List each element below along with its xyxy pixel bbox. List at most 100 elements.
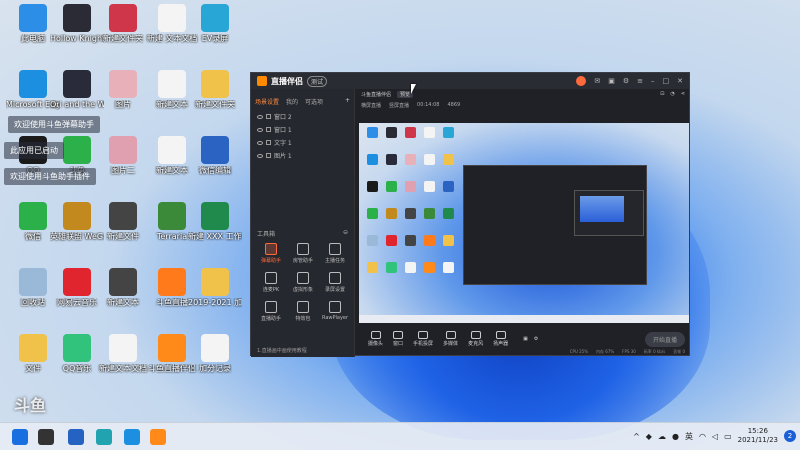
scene-item[interactable]: 图片 1 bbox=[251, 149, 354, 162]
game-icon bbox=[158, 202, 186, 230]
landscape-mode[interactable]: 横屏直播 bbox=[361, 102, 381, 109]
scene-item[interactable]: 窗口 2 bbox=[251, 110, 354, 123]
eye-icon[interactable] bbox=[257, 140, 263, 145]
taskbar-search-icon[interactable] bbox=[38, 429, 54, 445]
media-button[interactable]: 多媒体 bbox=[443, 331, 458, 347]
recycle-bin-icon bbox=[19, 268, 47, 296]
add-scene-button[interactable]: + bbox=[345, 97, 350, 106]
title-bar[interactable]: 直播伴侣 测试 ✉ ▣ ⚙ ≡ – □ ✕ bbox=[251, 73, 689, 89]
desktop-icon[interactable]: 微信编辑 bbox=[188, 136, 242, 176]
lock-icon[interactable] bbox=[266, 127, 271, 132]
tool-button[interactable]: 虚拟形象 bbox=[287, 272, 319, 293]
preview-app-icon bbox=[443, 127, 454, 138]
shirt-icon[interactable]: ▣ bbox=[608, 77, 615, 85]
document-icon bbox=[158, 4, 186, 32]
game-icon bbox=[63, 202, 91, 230]
portrait-mode[interactable]: 竖屏直播 bbox=[389, 102, 409, 109]
tab-mine[interactable]: 我的 bbox=[286, 97, 298, 106]
window-capture-button[interactable]: 窗口 bbox=[393, 331, 403, 347]
tool-button[interactable]: 录屏设置 bbox=[319, 272, 351, 293]
ime-indicator[interactable]: 英 bbox=[685, 431, 693, 442]
desktop-icon[interactable]: 新建文件夹 bbox=[188, 70, 242, 110]
douyu-live-companion-window[interactable]: 直播伴侣 测试 ✉ ▣ ⚙ ≡ – □ ✕ 场景设置 我的 可选项 + 窗口 2… bbox=[250, 72, 691, 357]
app-icon bbox=[109, 202, 137, 230]
clock[interactable]: 15:26 2021/11/23 bbox=[738, 427, 778, 445]
preview-document-icon bbox=[443, 262, 454, 273]
minimize-icon[interactable]: – bbox=[651, 77, 655, 85]
toolbox-grid: 弹幕助手 房管助手 主播任务 连麦PK 虚拟形象 录屏设置 直播助手 特效包 R… bbox=[255, 243, 351, 322]
tab-options[interactable]: 可选项 bbox=[305, 97, 323, 106]
bell-icon[interactable]: ◔ bbox=[670, 91, 674, 97]
share-icon[interactable]: ⋖ bbox=[681, 91, 685, 97]
phone-cast-button[interactable]: 手机投屏 bbox=[413, 331, 433, 347]
shield-icon[interactable]: ◆ bbox=[646, 432, 652, 441]
status-item: CPU 25% bbox=[569, 349, 588, 354]
desktop-icon[interactable]: 2019-2021 加分汇总表 bbox=[188, 268, 242, 308]
lock-icon[interactable] bbox=[266, 114, 271, 119]
taskbar-douyu-icon[interactable] bbox=[150, 429, 166, 445]
settings-icon[interactable]: ⚙ bbox=[623, 77, 629, 85]
desktop-icon[interactable]: 新建 XXX 工作表 bbox=[188, 202, 242, 242]
taskbar-app-k-icon[interactable] bbox=[68, 429, 84, 445]
tool-button[interactable]: RawPlayer bbox=[319, 301, 351, 322]
tool-button[interactable]: 直播助手 bbox=[255, 301, 287, 322]
toast-message: 欢迎使用斗鱼助手插件 bbox=[4, 168, 96, 185]
notification-badge[interactable]: 2 bbox=[784, 430, 796, 442]
taskbar-start-icon[interactable] bbox=[12, 429, 28, 445]
tool-button[interactable]: 弹幕助手 bbox=[255, 243, 287, 264]
live-preview[interactable] bbox=[359, 123, 689, 323]
preview-app-icon bbox=[405, 208, 416, 219]
tab-scene-settings[interactable]: 场景设置 bbox=[255, 97, 279, 106]
speaker-button[interactable]: 扬声器 bbox=[493, 331, 508, 347]
eye-icon[interactable] bbox=[257, 153, 263, 158]
cloud-icon[interactable]: ☁ bbox=[658, 432, 666, 441]
wifi-icon[interactable]: ◠ bbox=[699, 432, 706, 441]
tool-button[interactable]: 连麦PK bbox=[255, 272, 287, 293]
desktop-icon[interactable]: 新建文件 bbox=[96, 202, 150, 242]
desktop-icon-label: 微信编辑 bbox=[199, 166, 231, 175]
desktop-icon[interactable]: EV录屏 bbox=[188, 4, 242, 44]
main-panel: 斗鱼直播伴侣 预览 ⊡ ◔ ⋖ 横屏直播 竖屏直播 00:14:08 4869 … bbox=[355, 89, 691, 357]
chevron-up-icon[interactable]: ^ bbox=[633, 432, 640, 441]
taskbar-wechat-icon[interactable] bbox=[96, 429, 112, 445]
excel-icon bbox=[201, 202, 229, 230]
mail-icon[interactable]: ✉ bbox=[594, 77, 600, 85]
lock-icon[interactable]: ⊡ bbox=[660, 91, 664, 97]
menu-icon[interactable]: ≡ bbox=[637, 77, 643, 85]
desktop-icon[interactable]: 新建文本文档 bbox=[96, 334, 150, 374]
eye-icon[interactable] bbox=[257, 127, 263, 132]
tool-button[interactable]: 特效包 bbox=[287, 301, 319, 322]
battery-icon[interactable]: ▭ bbox=[724, 432, 732, 441]
settings-icon[interactable]: ⚙ bbox=[534, 336, 538, 342]
go-live-button[interactable]: 开始直播 bbox=[644, 331, 685, 347]
scene-item[interactable]: 窗口 1 bbox=[251, 123, 354, 136]
record-icon[interactable]: ▣ bbox=[523, 336, 528, 342]
douyu-icon bbox=[158, 268, 186, 296]
close-icon[interactable]: ✕ bbox=[677, 77, 683, 85]
toolbox-more-icon[interactable]: ⊖ bbox=[343, 229, 348, 238]
eye-icon[interactable] bbox=[257, 114, 263, 119]
camera-button[interactable]: 摄像头 bbox=[368, 331, 383, 347]
tool-button[interactable]: 房管助手 bbox=[287, 243, 319, 264]
desktop-icon[interactable]: 新建文本 bbox=[96, 268, 150, 308]
tutorial-link[interactable]: 1.直播画中画使用教程 bbox=[257, 347, 307, 354]
desktop-icon[interactable]: 图片 bbox=[96, 70, 150, 110]
scene-item[interactable]: 文字 1 bbox=[251, 136, 354, 149]
lock-icon[interactable] bbox=[266, 153, 271, 158]
microphone-button[interactable]: 麦克风 bbox=[468, 331, 483, 347]
location-icon[interactable]: ● bbox=[672, 432, 679, 441]
media-icon bbox=[445, 331, 456, 339]
left-panel: 场景设置 我的 可选项 + 窗口 2 窗口 1 文字 1 图片 1 工具箱 ⊖ 弹… bbox=[251, 89, 355, 357]
avatar[interactable] bbox=[576, 76, 587, 86]
desktop-icon[interactable]: 新建文件夹 bbox=[96, 4, 150, 44]
preview-music-icon bbox=[386, 262, 397, 273]
toast-message: 欢迎使用斗鱼弹幕助手 bbox=[8, 116, 100, 133]
tool-button[interactable]: 主播任务 bbox=[319, 243, 351, 264]
maximize-icon[interactable]: □ bbox=[663, 77, 670, 85]
lock-icon[interactable] bbox=[266, 140, 271, 145]
desktop-icon[interactable]: 图片二 bbox=[96, 136, 150, 176]
effects-icon bbox=[297, 301, 309, 313]
volume-icon[interactable]: ◁ bbox=[712, 432, 718, 441]
desktop-icon[interactable]: 加分记录 bbox=[188, 334, 242, 374]
taskbar-edge-icon[interactable] bbox=[124, 429, 140, 445]
